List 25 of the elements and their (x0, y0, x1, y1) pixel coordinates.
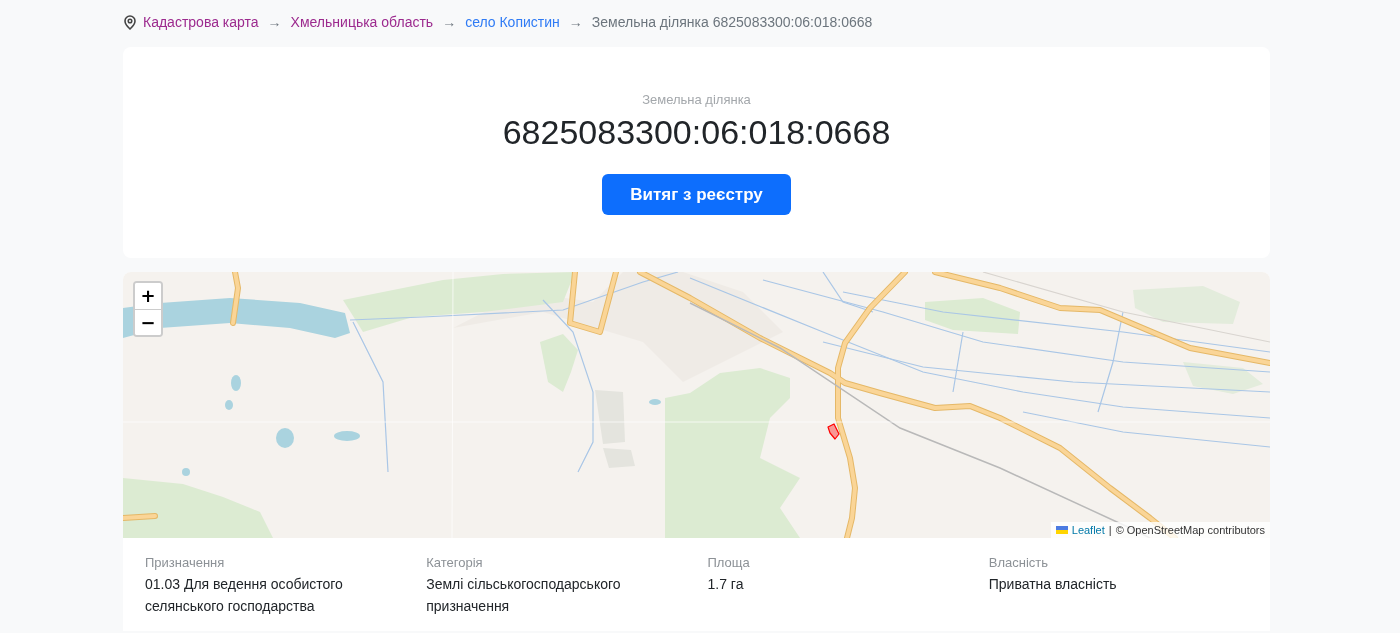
polygon-marker-icon (827, 423, 840, 440)
breadcrumb-current: Земельна ділянка 6825083300:06:018:0668 (591, 14, 873, 30)
breadcrumb-link[interactable]: Кадастрова карта (143, 14, 259, 30)
breadcrumb-separator: → (442, 14, 457, 30)
attribution-separator: | (1108, 523, 1112, 537)
detail-label: Категорія (426, 554, 483, 572)
breadcrumb-link[interactable]: село Копистин (465, 14, 560, 30)
cadastral-number: 6825083300:06:018:0668 (502, 112, 891, 152)
detail-value: 01.03 Для ведення особистого селянського господарства (145, 575, 344, 616)
extract-button[interactable]: Витяг з реєстру (602, 174, 791, 215)
detail-value: Приватна власність (988, 575, 1117, 594)
detail-value: 1.7 га (707, 575, 744, 594)
detail-value: Землі сільськогосподарського призначення (426, 575, 622, 616)
detail-label: Призначення (145, 554, 225, 572)
parcel-caption: Земельна ділянка (642, 91, 751, 109)
breadcrumb-separator: → (568, 14, 583, 30)
flag-icon (1055, 526, 1068, 534)
attribution-link[interactable]: Leaflet (1071, 523, 1105, 537)
location-pin-icon (124, 14, 136, 30)
breadcrumb-link[interactable]: Хмельницька область (290, 14, 434, 30)
detail-label: Власність (988, 554, 1049, 572)
breadcrumb-separator: → (267, 14, 282, 30)
attribution-text: © OpenStreetMap contributors (1115, 523, 1265, 537)
zoom-out-button[interactable]: − (135, 309, 161, 335)
detail-label: Площа (707, 554, 750, 572)
